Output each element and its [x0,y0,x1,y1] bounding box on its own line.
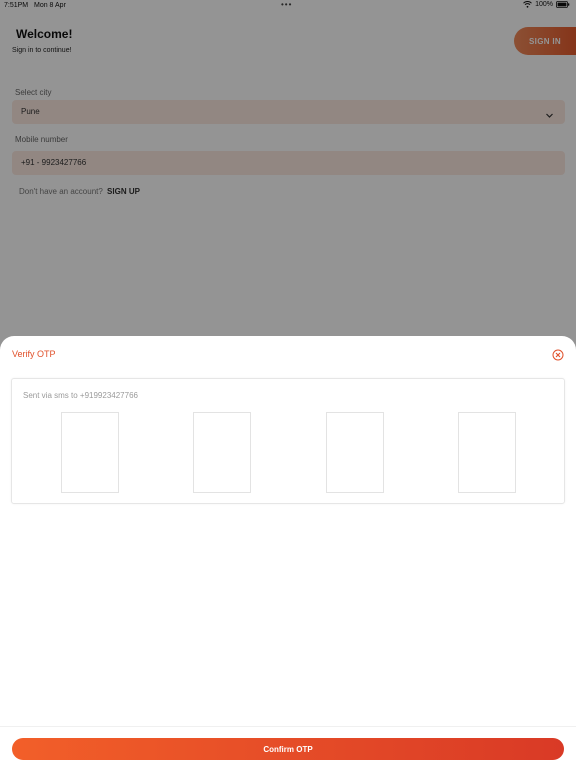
otp-digit-3[interactable] [326,412,384,493]
otp-digit-4[interactable] [458,412,516,493]
otp-card: Sent via sms to +919923427766 [11,378,565,504]
bottom-action-bar: Confirm OTP [0,726,576,768]
sheet-title: Verify OTP [12,349,56,359]
otp-digit-2[interactable] [193,412,251,493]
otp-digit-1[interactable] [61,412,119,493]
close-icon[interactable] [552,348,564,361]
verify-otp-sheet: Verify OTP Sent via sms to +919923427766… [0,336,576,768]
otp-sent-text: Sent via sms to +919923427766 [23,391,138,400]
confirm-otp-button[interactable]: Confirm OTP [12,738,564,760]
